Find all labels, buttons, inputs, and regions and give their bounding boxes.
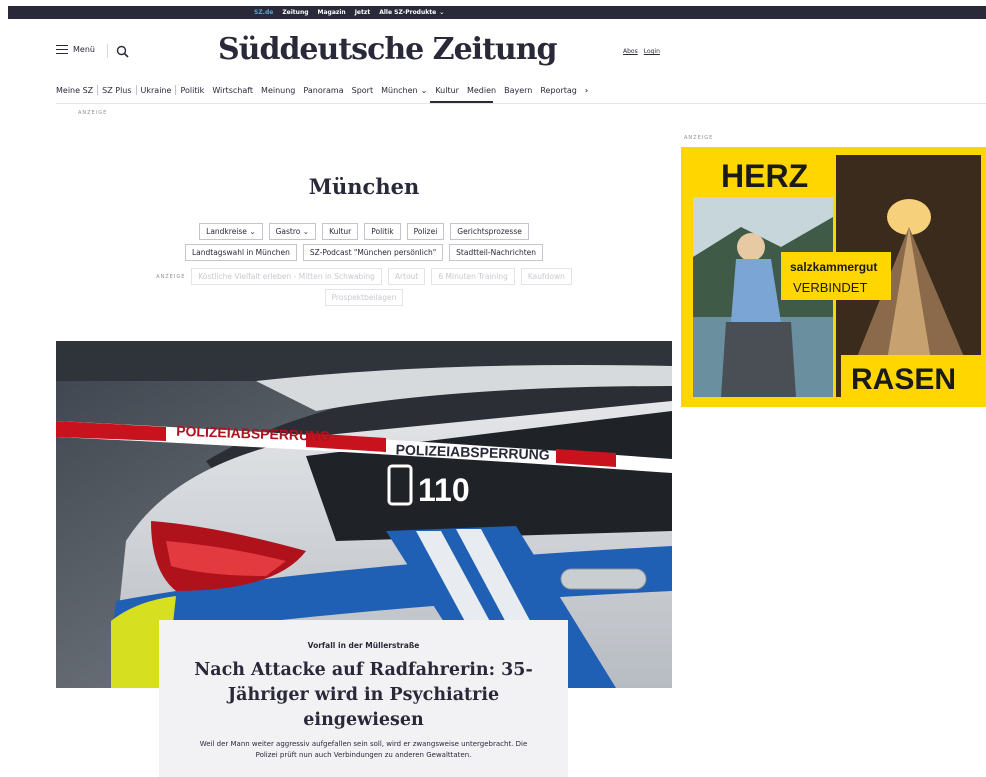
tag-stadtteil-nachrichten[interactable]: Stadtteil-Nachrichten [449,244,544,261]
page-title: München [308,174,420,199]
ad-word-herz: HERZ [721,158,808,194]
nav-item-meinung[interactable]: Meinung [257,86,299,95]
tag-sz-podcast[interactable]: SZ-Podcast "München persönlich" [302,244,444,261]
tag-kultur[interactable]: Kultur [322,223,359,240]
nav-divider [56,103,986,104]
sz-logo[interactable]: Süddeutsche Zeitung [218,32,558,67]
ad-label: ANZEIGE [684,135,714,141]
top-bar: SZ.de Zeitung Magazin Jetzt Alle SZ-Prod… [8,6,986,19]
chevron-down-icon: ⌄ [439,9,445,16]
menu-label: Menü [73,45,95,54]
tag-landkreise[interactable]: Landkreise ⌄ [199,223,263,240]
ad-artwork: HERZ salzkammergut VERBINDET RASEN [681,147,986,407]
chevron-down-icon: ⌄ [420,85,428,95]
tag-label: Landkreise [206,227,247,236]
nav-item-ukraine[interactable]: Ukraine [137,86,176,95]
ad-tagline: VERBINDET [793,280,867,295]
chevron-right-icon[interactable]: › [581,86,592,95]
topbar-link-magazin[interactable]: Magazin [318,9,346,16]
header-divider [107,44,108,58]
main-navigation: Meine SZ SZ Plus Ukraine Politik Wirtsch… [56,83,592,97]
nav-item-meine-sz[interactable]: Meine SZ [56,86,97,95]
chevron-down-icon: ⌄ [249,227,256,236]
menu-button[interactable]: Menü [56,45,95,54]
topbar-link-alle-produkte[interactable]: Alle SZ-Produkte ⌄ [379,9,444,16]
abos-link[interactable]: Abos [623,48,638,55]
article-lead: Weil der Mann weiter aggressiv aufgefall… [199,740,528,759]
nav-item-sz-plus[interactable]: SZ Plus [98,86,135,95]
login-link[interactable]: Login [644,48,660,55]
topbar-link-zeitung[interactable]: Zeitung [282,9,308,16]
tag-polizei[interactable]: Polizei [406,223,445,240]
article-kicker: Vorfall in der Müllerstraße [307,641,420,650]
nav-item-kultur[interactable]: Kultur [431,86,463,95]
hamburger-icon [56,45,68,54]
nav-item-sport[interactable]: Sport [348,86,377,95]
tag-politik[interactable]: Politik [364,223,401,240]
sponsored-tag[interactable]: Kaufdown [520,268,572,285]
ad-word-rasen: RASEN [851,363,956,396]
topbar-link-jetzt[interactable]: Jetzt [355,9,371,16]
nav-item-bayern[interactable]: Bayern [500,86,536,95]
topic-tags-row: Landkreise ⌄ Gastro ⌄ Kultur Politik Pol… [56,223,672,240]
topic-tags-row: Landtagswahl in München SZ-Podcast "Münc… [56,244,672,261]
nav-item-wirtschaft[interactable]: Wirtschaft [208,86,257,95]
nav-item-reportage[interactable]: Reportag [536,86,581,95]
nav-item-muenchen[interactable]: München ⌄ [377,86,431,95]
sponsored-tags-row: Prospektbeilagen [56,289,672,306]
topbar-link-szde[interactable]: SZ.de [254,9,273,16]
article-headline[interactable]: Nach Attacke auf Radfahrerin: 35-Jährige… [179,658,548,733]
ad-label: ANZEIGE [156,273,186,280]
sponsored-tag[interactable]: Artout [387,268,426,285]
tag-label: Gastro [275,227,301,236]
nav-item-politik[interactable]: Politik [176,86,208,95]
ad-brand: salzkammergut [790,260,877,274]
topbar-link-alle-produkte-label: Alle SZ-Produkte [379,9,437,16]
chevron-down-icon: ⌄ [302,227,310,236]
tag-gerichtsprozesse[interactable]: Gerichtsprozesse [450,223,529,240]
nav-item-muenchen-label: München [381,85,418,95]
salzkammergut-ad[interactable]: HERZ salzkammergut VERBINDET RASEN [681,147,986,407]
tag-landtagswahl[interactable]: Landtagswahl in München [184,244,297,261]
top-bar-links: SZ.de Zeitung Magazin Jetzt Alle SZ-Prod… [254,6,444,19]
nav-item-medien[interactable]: Medien [463,86,500,95]
search-icon[interactable] [116,45,129,58]
sponsored-tag[interactable]: Köstliche Vielfalt erleben - Mitten in S… [191,268,382,285]
tag-gastro[interactable]: Gastro ⌄ [268,223,317,240]
article-teaser[interactable]: Vorfall in der Müllerstraße Nach Attacke… [159,620,568,777]
sponsored-tag[interactable]: Prospektbeilagen [324,289,404,306]
nav-item-panorama[interactable]: Panorama [299,86,347,95]
car-number: 110 [418,472,470,508]
sponsored-tags-row: ANZEIGE Köstliche Vielfalt erleben - Mit… [56,268,672,285]
ad-label: ANZEIGE [78,110,108,116]
account-links: Abos Login [623,48,660,55]
sponsored-tag[interactable]: 6 Minuten Training [431,268,515,285]
